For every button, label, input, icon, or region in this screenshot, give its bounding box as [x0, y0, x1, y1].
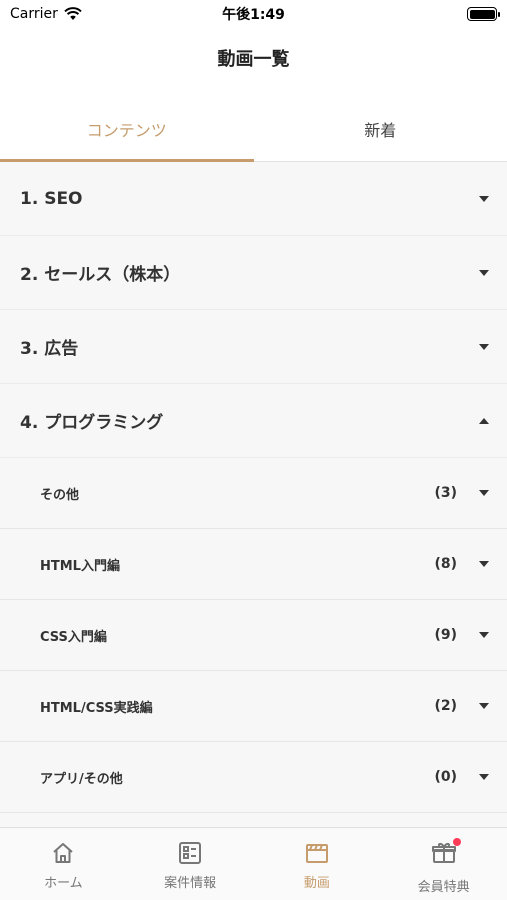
tabbar-label: ホーム [44, 876, 83, 891]
status-bar: Carrier 午後1:49 [0, 0, 507, 28]
content-tabs: コンテンツ 新着 [0, 104, 507, 162]
tabbar-projects[interactable]: 案件情報 [127, 828, 254, 900]
tabbar-label: 会員特典 [417, 880, 470, 895]
battery-icon [467, 7, 500, 21]
subcategory-row[interactable]: CSS入門編 (9) [0, 600, 507, 671]
category-label: 2. セールス（株本） [20, 265, 181, 285]
carrier-label: Carrier [10, 6, 58, 22]
video-category-list: 1. SEO 2. セールス（株本） 3. 広告 4. プログラミング その他 … [0, 162, 507, 827]
tabbar-benefits[interactable]: 会員特典 [380, 828, 507, 900]
category-label: 3. 広告 [20, 339, 79, 359]
page-title: 動画一覧 [217, 49, 290, 70]
subcategory-row[interactable]: HTML/CSS実践編 (2) [0, 671, 507, 742]
subcategory-count: (3) [434, 485, 457, 501]
category-row-ads[interactable]: 3. 広告 [0, 310, 507, 384]
category-label: 1. SEO [20, 188, 83, 209]
chevron-down-icon [479, 703, 489, 709]
subcategory-count: (0) [434, 769, 457, 785]
subcategory-label: アプリ/その他 [40, 771, 123, 787]
subcategory-count: (9) [434, 627, 457, 643]
tabbar-home[interactable]: ホーム [0, 828, 127, 900]
clapperboard-icon [305, 844, 328, 863]
subcategory-row[interactable]: HTML入門編 (8) [0, 529, 507, 600]
chevron-down-icon [479, 561, 489, 567]
subcategory-row[interactable]: アプリ/その他 (0) [0, 742, 507, 813]
subcategory-count: (2) [434, 698, 457, 714]
subcategory-count: (8) [434, 556, 457, 572]
subcategory-label: HTML/CSS実践編 [40, 700, 153, 716]
category-label: 4. プログラミング [20, 413, 164, 433]
bottom-tab-bar: ホーム 案件情報 動画 会員特典 [0, 827, 507, 900]
category-row-seo[interactable]: 1. SEO [0, 162, 507, 236]
chevron-down-icon [479, 343, 489, 350]
subcategory-label: HTML入門編 [40, 558, 120, 574]
chevron-down-icon [479, 774, 489, 780]
status-left: Carrier [10, 6, 82, 22]
list-icon [179, 842, 202, 864]
notification-badge [452, 838, 461, 846]
tab-contents[interactable]: コンテンツ [0, 104, 254, 162]
chevron-up-icon [479, 417, 489, 424]
chevron-down-icon [479, 490, 489, 496]
chevron-down-icon [479, 632, 489, 638]
tabbar-label: 動画 [303, 876, 330, 891]
category-row-sales[interactable]: 2. セールス（株本） [0, 236, 507, 310]
chevron-down-icon [479, 269, 489, 276]
subcategory-label: CSS入門編 [40, 629, 107, 645]
tabbar-label: 案件情報 [164, 876, 217, 891]
chevron-down-icon [479, 195, 489, 202]
home-icon [53, 843, 74, 863]
subcategory-row[interactable]: その他 (3) [0, 458, 507, 529]
tabbar-videos[interactable]: 動画 [254, 828, 381, 900]
tab-new[interactable]: 新着 [254, 104, 507, 161]
gift-icon-wrap [431, 838, 461, 876]
category-row-programming[interactable]: 4. プログラミング [0, 384, 507, 458]
subcategory-label: その他 [40, 487, 80, 503]
wifi-icon [64, 7, 82, 20]
